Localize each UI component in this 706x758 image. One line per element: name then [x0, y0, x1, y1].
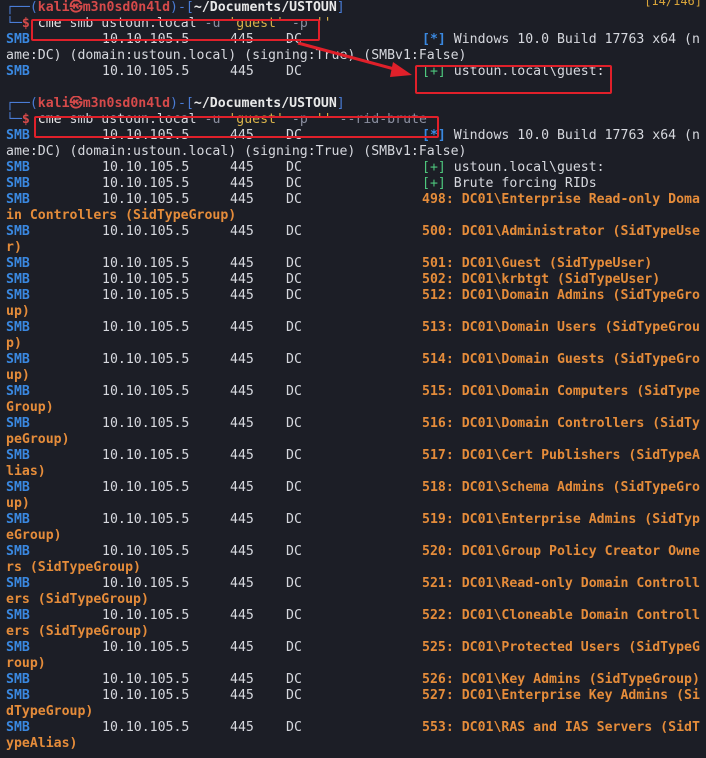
- arrow-annotation: [297, 41, 412, 77]
